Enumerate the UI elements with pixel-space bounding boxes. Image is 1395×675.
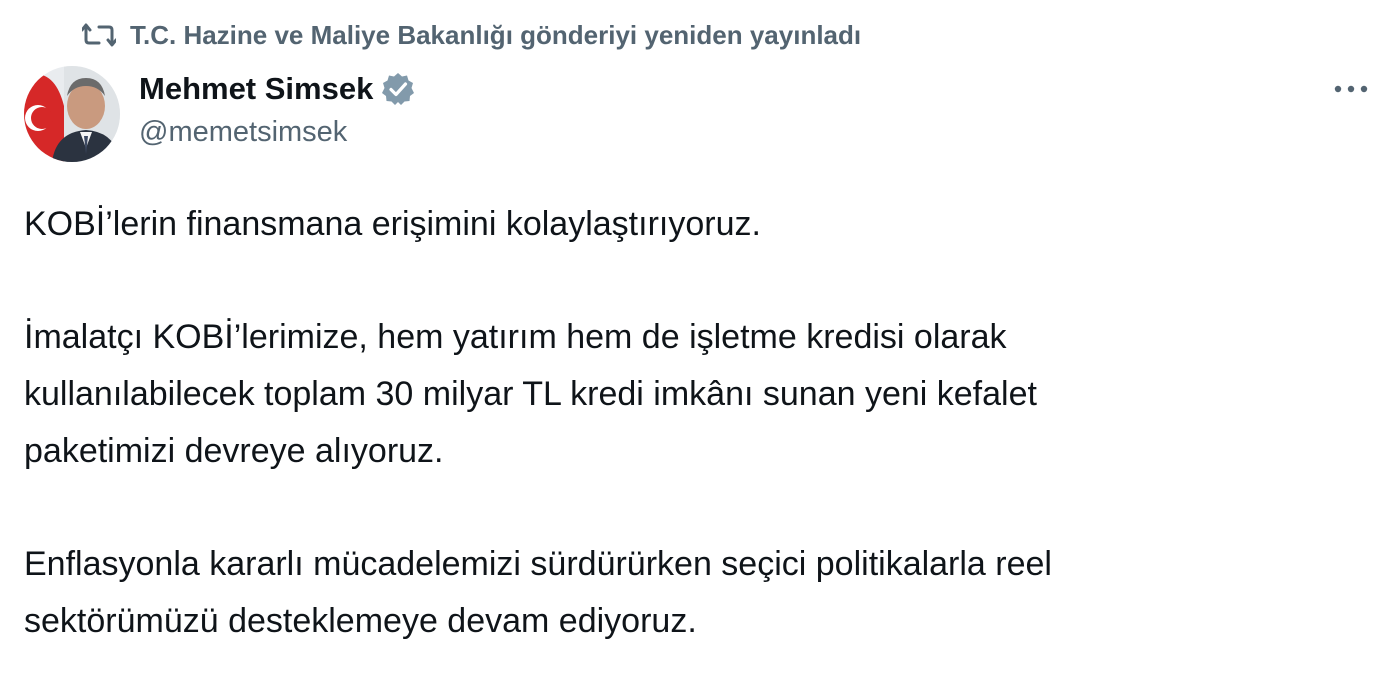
more-options-button[interactable]: [1329, 74, 1373, 104]
tweet-paragraph: KOBİ’lerin finansmana erişimini kolaylaş…: [24, 196, 1364, 253]
tweet-paragraph: İmalatçı KOBİ’lerimize, hem yatırım hem …: [24, 309, 1364, 480]
tweet-line: paketimizi devreye alıyoruz.: [24, 432, 444, 470]
tweet-line: İmalatçı KOBİ’lerimize, hem yatırım hem …: [24, 318, 1007, 356]
author-name[interactable]: Mehmet Simsek: [139, 71, 373, 107]
tweet-paragraph: Enflasyonla kararlı mücadelemizi sürdürü…: [24, 536, 1364, 650]
tweet-line: kullanılabilecek toplam 30 milyar TL kre…: [24, 375, 1037, 413]
tweet-text: KOBİ’lerin finansmana erişimini kolaylaş…: [24, 196, 1364, 650]
avatar[interactable]: [24, 66, 120, 162]
tweet-line: sektörümüzü desteklemeye devam ediyoruz.: [24, 602, 697, 640]
repost-text[interactable]: T.C. Hazine ve Maliye Bakanlığı gönderiy…: [130, 20, 861, 51]
verified-badge-icon[interactable]: [381, 72, 415, 106]
repost-icon: [82, 22, 116, 48]
tweet-line: KOBİ’lerin finansmana erişimini kolaylaş…: [24, 205, 761, 243]
more-horizontal-icon: [1333, 84, 1369, 94]
author-name-row: Mehmet Simsek: [139, 68, 415, 110]
repost-indicator[interactable]: T.C. Hazine ve Maliye Bakanlığı gönderiy…: [82, 18, 861, 52]
author-handle[interactable]: @memetsimsek: [139, 116, 347, 149]
tweet-line: Enflasyonla kararlı mücadelemizi sürdürü…: [24, 545, 1052, 583]
